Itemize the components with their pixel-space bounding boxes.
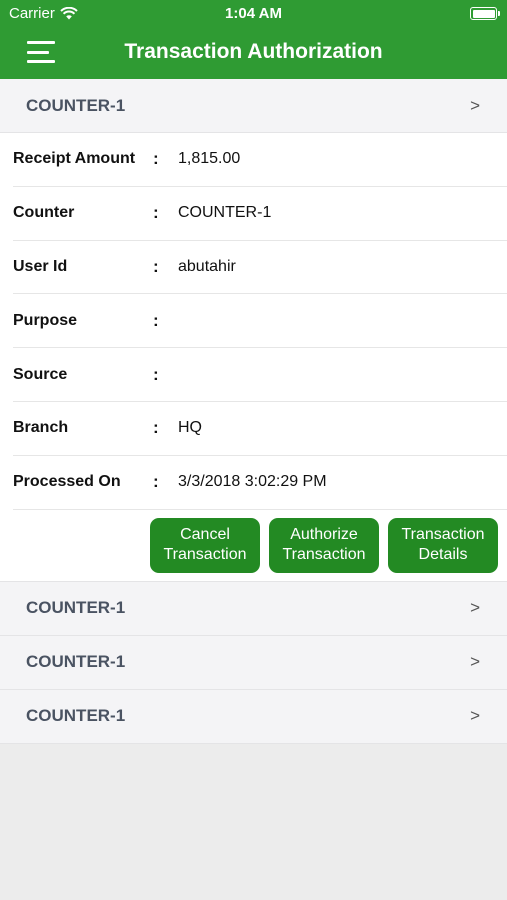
section-label: COUNTER-1 bbox=[26, 652, 126, 672]
field-label: Processed On bbox=[13, 473, 121, 491]
authorize-transaction-button[interactable]: Authorize Transaction bbox=[269, 517, 379, 573]
counter-section-header[interactable]: COUNTER-1 > bbox=[0, 79, 507, 133]
field-separator: : bbox=[153, 472, 159, 492]
field-separator: : bbox=[153, 364, 159, 384]
field-label: Purpose bbox=[13, 311, 78, 329]
field-value: HQ bbox=[178, 419, 202, 437]
cancel-transaction-button[interactable]: Cancel Transaction bbox=[150, 517, 260, 573]
field-label: Counter bbox=[13, 204, 75, 222]
page-title: Transaction Authorization bbox=[124, 40, 383, 63]
field-separator: : bbox=[153, 310, 159, 330]
detail-row-source: Source : bbox=[13, 348, 507, 402]
detail-row-purpose: Purpose : bbox=[13, 294, 507, 349]
section-label: COUNTER-1 bbox=[26, 95, 126, 115]
detail-row-branch: Branch : HQ bbox=[13, 402, 507, 456]
detail-row-user-id: User Id : abutahir bbox=[13, 241, 507, 295]
transaction-detail: Receipt Amount : 1,815.00 Counter : COUN… bbox=[0, 133, 507, 582]
status-bar: Carrier 1:04 AM bbox=[0, 0, 507, 28]
counter-section-header[interactable]: COUNTER-1 > bbox=[0, 581, 507, 636]
chevron-right-icon: > bbox=[470, 706, 480, 726]
chevron-right-icon: > bbox=[470, 95, 480, 115]
field-value: COUNTER-1 bbox=[178, 204, 272, 222]
field-separator: : bbox=[153, 418, 159, 438]
field-label: Branch bbox=[13, 419, 69, 437]
counter-section-header[interactable]: COUNTER-1 > bbox=[0, 635, 507, 690]
section-label: COUNTER-1 bbox=[26, 598, 126, 618]
transaction-details-button[interactable]: Transaction Details bbox=[388, 517, 498, 573]
detail-row-processed-on: Processed On : 3/3/2018 3:02:29 PM bbox=[13, 456, 507, 510]
counter-section-header[interactable]: COUNTER-1 > bbox=[0, 689, 507, 744]
nav-bar: Transaction Authorization bbox=[0, 28, 507, 79]
detail-row-counter: Counter : COUNTER-1 bbox=[13, 187, 507, 241]
chevron-right-icon: > bbox=[470, 652, 480, 672]
field-label: Receipt Amount bbox=[13, 150, 136, 168]
app-header: Carrier 1:04 AM Transaction Authorizatio… bbox=[0, 0, 507, 79]
field-separator: : bbox=[153, 256, 159, 276]
field-value: abutahir bbox=[178, 257, 236, 275]
empty-area bbox=[0, 743, 507, 900]
detail-row-receipt-amount: Receipt Amount : 1,815.00 bbox=[13, 133, 507, 187]
field-label: Source bbox=[13, 365, 68, 383]
clock: 1:04 AM bbox=[225, 5, 282, 22]
chevron-right-icon: > bbox=[470, 598, 480, 618]
field-separator: : bbox=[153, 149, 159, 169]
action-bar: Cancel Transaction Authorize Transaction… bbox=[0, 509, 507, 582]
field-separator: : bbox=[153, 203, 159, 223]
field-label: User Id bbox=[13, 257, 68, 275]
field-value: 1,815.00 bbox=[178, 150, 241, 168]
section-label: COUNTER-1 bbox=[26, 706, 126, 726]
battery-icon bbox=[470, 7, 500, 20]
field-value: 3/3/2018 3:02:29 PM bbox=[178, 473, 327, 491]
